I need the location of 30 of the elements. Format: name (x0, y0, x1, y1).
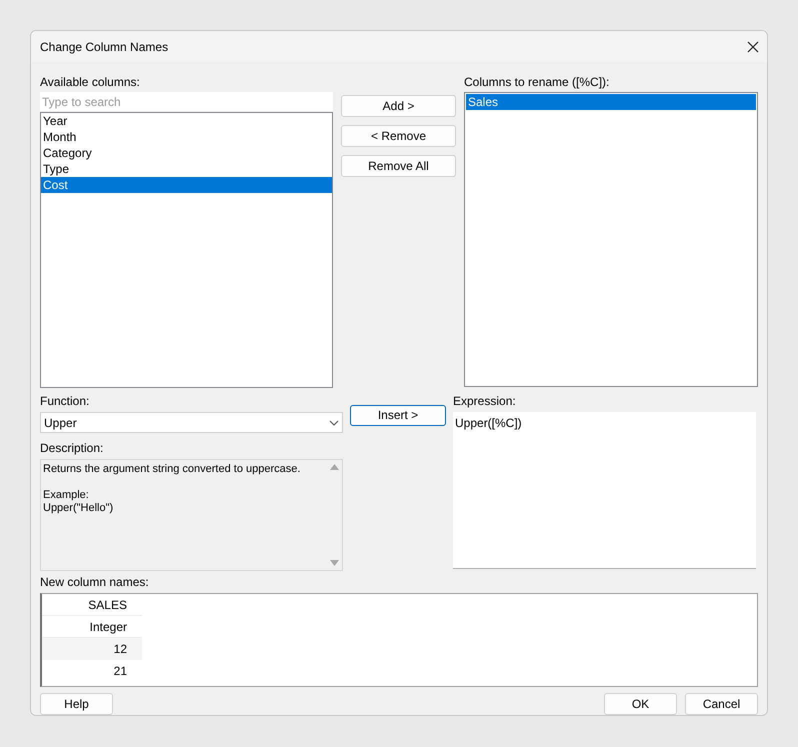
button[interactable]: Remove All (341, 155, 456, 177)
scroll-down-icon[interactable] (330, 560, 338, 566)
close-icon[interactable] (747, 40, 759, 52)
field-label: Function: (40, 393, 90, 409)
list-item[interactable]: Month (41, 129, 332, 145)
button[interactable]: Add > (341, 95, 456, 117)
table-cell: 12 (42, 638, 142, 660)
scroll-up-icon[interactable] (330, 464, 338, 470)
field-label: Description: (40, 440, 104, 456)
field-label: Columns to rename ([%C]): (464, 74, 610, 91)
insert-button[interactable]: Insert > (350, 404, 446, 426)
button[interactable]: < Remove (341, 125, 456, 147)
chevron-down-icon (329, 420, 339, 426)
function-dropdown[interactable]: Upper (40, 412, 343, 433)
field-label: New column names: (40, 574, 150, 590)
list-item[interactable]: Sales (466, 94, 756, 110)
list-item[interactable]: Category (41, 145, 332, 161)
button[interactable]: OK (604, 693, 677, 715)
field-label: Available columns: (40, 74, 141, 91)
button[interactable]: Help (40, 693, 113, 715)
column-header: SALES (42, 594, 142, 616)
button[interactable]: Cancel (685, 693, 758, 715)
field-label: Expression: (453, 393, 517, 409)
description-text: Returns the argument string converted to uppercase. Example: Upper("Hello") (42, 462, 302, 516)
search-field[interactable]: Type to search (40, 92, 333, 111)
window-title: Change Column Names (40, 38, 168, 56)
list-item[interactable]: Cost (41, 177, 332, 193)
list-item[interactable]: Year (41, 113, 332, 129)
expression-field[interactable]: Upper([%C]) (453, 412, 756, 569)
list-item[interactable]: Type (41, 161, 332, 177)
